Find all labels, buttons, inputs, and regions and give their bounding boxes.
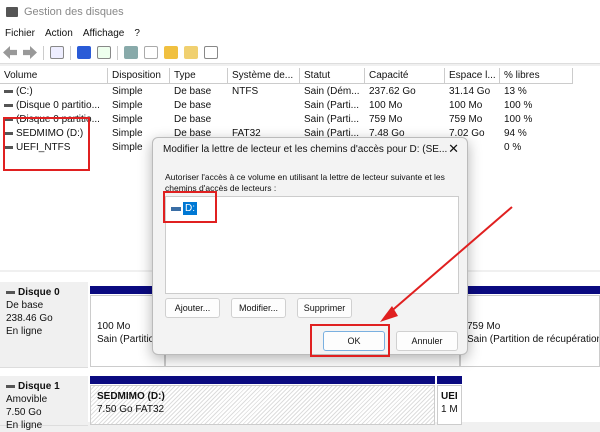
- annotation-arrow: [380, 206, 513, 322]
